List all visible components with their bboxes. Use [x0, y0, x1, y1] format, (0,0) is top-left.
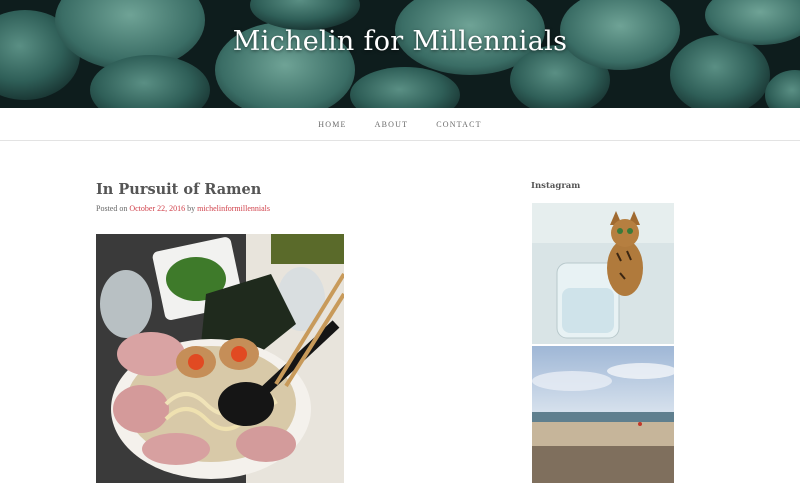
posted-on-label: Posted on [96, 204, 128, 213]
nav-item-contact[interactable]: CONTACT [436, 120, 482, 129]
instagram-widget-title: Instagram [531, 181, 581, 191]
post-date-link[interactable]: October 22, 2016 [129, 204, 185, 213]
instagram-photo-beach[interactable] [532, 346, 674, 483]
header-banner: Michelin for Millennials [0, 0, 800, 108]
nav-item-about[interactable]: ABOUT [375, 120, 409, 129]
by-label: by [187, 204, 196, 213]
main-nav: HOME ABOUT CONTACT [0, 108, 800, 141]
instagram-photo-cat[interactable] [532, 203, 674, 344]
nav-item-home[interactable]: HOME [318, 120, 346, 129]
site-title[interactable]: Michelin for Millennials [0, 26, 800, 57]
post-author-link[interactable]: michelinformillennials [197, 204, 270, 213]
post-title[interactable]: In Pursuit of Ramen [96, 181, 261, 198]
ramen-photo [96, 234, 344, 483]
post-meta: Posted on October 22, 2016 by michelinfo… [96, 204, 270, 213]
